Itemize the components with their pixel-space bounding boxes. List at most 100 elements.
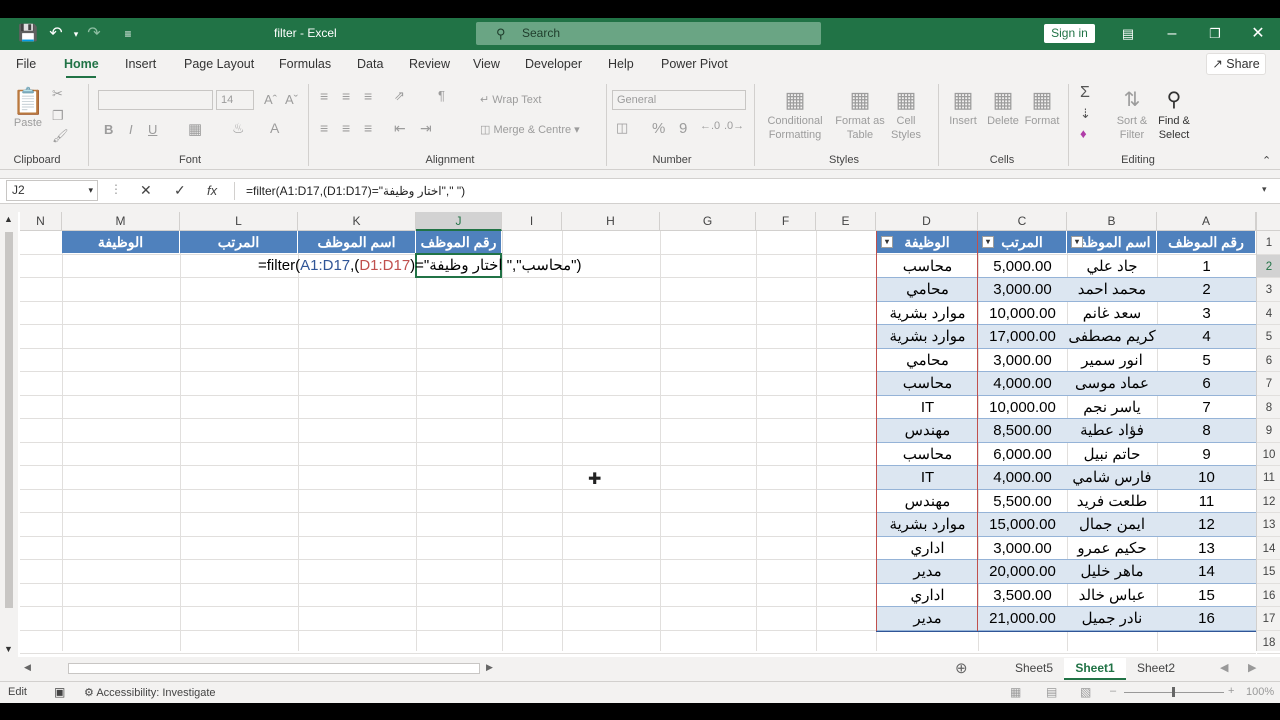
row-header-16[interactable]: 16	[1257, 584, 1280, 607]
name-box[interactable]: J2 ▾	[6, 180, 98, 201]
table-cell-job[interactable]: اداري	[877, 584, 978, 607]
formula-input[interactable]: =filter(A1:D17,(D1:D17)="اختار وظيفة"," …	[246, 184, 465, 198]
table-cell-salary[interactable]: 3,000.00	[978, 349, 1067, 372]
italic-button[interactable]: I	[129, 122, 133, 137]
table-cell-salary[interactable]: 4,000.00	[978, 372, 1067, 396]
table-cell-job[interactable]: محاسب	[877, 255, 978, 278]
tab-help[interactable]: Help	[608, 57, 634, 71]
output-header-salary[interactable]: المرتب	[180, 231, 298, 253]
table-header-id[interactable]: رقم الموظف	[1157, 231, 1256, 253]
conditional-formatting-button[interactable]: ▦ Conditional Formatting	[760, 86, 830, 142]
table-cell-salary[interactable]: 6,000.00	[978, 443, 1067, 466]
tab-home[interactable]: Home	[64, 57, 99, 71]
table-cell-salary[interactable]: 3,000.00	[978, 537, 1067, 560]
table-cell-salary[interactable]: 10,000.00	[978, 302, 1067, 325]
table-cell-id[interactable]: 3	[1157, 302, 1256, 325]
table-cell-salary[interactable]: 8,500.00	[978, 419, 1067, 443]
fill-icon[interactable]: ⇣	[1080, 106, 1091, 122]
table-cell-job[interactable]: موارد بشرية	[877, 325, 978, 349]
enter-icon[interactable]: ✓	[174, 182, 186, 199]
output-header-job[interactable]: الوظيفة	[62, 231, 180, 253]
table-cell-job[interactable]: موارد بشرية	[877, 302, 978, 325]
table-cell-id[interactable]: 8	[1157, 419, 1256, 443]
row-header-5[interactable]: 5	[1257, 325, 1280, 349]
row-header-14[interactable]: 14	[1257, 537, 1280, 560]
tab-insert[interactable]: Insert	[125, 57, 156, 71]
filter-dropdown-icon[interactable]: ▾	[1071, 236, 1083, 248]
tab-data[interactable]: Data	[357, 57, 383, 71]
table-cell-salary[interactable]: 4,000.00	[978, 466, 1067, 490]
table-cell-job[interactable]: محامي	[877, 349, 978, 372]
filter-dropdown-icon[interactable]: ▾	[982, 236, 994, 248]
increase-decimal-icon[interactable]: ←.0	[700, 120, 720, 132]
row-header-12[interactable]: 12	[1257, 490, 1280, 513]
restore-icon[interactable]: ❐	[1205, 24, 1225, 44]
undo-dropdown-icon[interactable]: ▾	[66, 24, 86, 44]
copy-icon[interactable]: ❐	[52, 108, 64, 124]
font-color-icon[interactable]: A	[270, 120, 279, 136]
table-cell-salary[interactable]: 10,000.00	[978, 396, 1067, 419]
table-cell-name[interactable]: محمد احمد	[1067, 278, 1157, 302]
table-cell-salary[interactable]: 17,000.00	[978, 325, 1067, 349]
expand-formula-icon[interactable]: ▾	[1262, 184, 1267, 195]
column-header-h[interactable]: H	[562, 212, 660, 231]
format-as-table-button[interactable]: ▦ Format as Table	[834, 86, 886, 142]
column-header-g[interactable]: G	[660, 212, 756, 231]
table-cell-name[interactable]: جاد علي	[1067, 255, 1157, 278]
minimize-icon[interactable]: –	[1162, 24, 1182, 44]
clear-icon[interactable]: ♦	[1080, 126, 1087, 141]
table-cell-job[interactable]: مهندس	[877, 419, 978, 443]
orientation-icon[interactable]: ⇗	[394, 88, 405, 104]
row-header-13[interactable]: 13	[1257, 513, 1280, 537]
table-cell-job[interactable]: اداري	[877, 537, 978, 560]
find-select-button[interactable]: ⚲ Find & Select	[1150, 86, 1198, 142]
undo-icon[interactable]: ↶	[46, 24, 66, 44]
filter-dropdown-icon[interactable]: ▾	[881, 236, 893, 248]
name-box-dropdown-icon[interactable]: ▾	[88, 181, 93, 200]
table-cell-id[interactable]: 10	[1157, 466, 1256, 490]
row-header-11[interactable]: 11	[1257, 466, 1280, 490]
share-button[interactable]: ↗ Share	[1206, 53, 1266, 75]
column-header-k[interactable]: K	[298, 212, 416, 231]
increase-indent-icon[interactable]: ⇥	[420, 120, 432, 137]
decrease-indent-icon[interactable]: ⇤	[394, 120, 406, 137]
row-header-15[interactable]: 15	[1257, 560, 1280, 584]
tab-developer[interactable]: Developer	[525, 57, 582, 71]
paste-button[interactable]: 📋 Paste	[12, 86, 44, 130]
insert-function-icon[interactable]: fx	[207, 183, 217, 198]
row-header-3[interactable]: 3	[1257, 278, 1280, 302]
sheet-tab-sheet5[interactable]: Sheet5	[1004, 658, 1064, 680]
column-header-j[interactable]: J	[416, 212, 502, 231]
table-cell-job[interactable]: مدير	[877, 560, 978, 584]
table-cell-job[interactable]: محاسب	[877, 372, 978, 396]
table-cell-id[interactable]: 9	[1157, 443, 1256, 466]
table-cell-id[interactable]: 4	[1157, 325, 1256, 349]
sheet-nav-right-icon[interactable]: ▶	[1248, 661, 1256, 674]
tab-file[interactable]: File	[16, 57, 36, 71]
search-box[interactable]: ⚲ Search	[476, 22, 821, 45]
table-cell-salary[interactable]: 3,500.00	[978, 584, 1067, 607]
table-cell-job[interactable]: IT	[877, 396, 978, 419]
table-header-salary[interactable]: ▾ المرتب	[978, 231, 1067, 253]
row-header-9[interactable]: 9	[1257, 419, 1280, 443]
table-cell-name[interactable]: فارس شامي	[1067, 466, 1157, 490]
redo-icon[interactable]: ↷	[84, 24, 104, 44]
table-header-name[interactable]: ▾ اسم الموظف	[1067, 231, 1157, 253]
table-cell-salary[interactable]: 15,000.00	[978, 513, 1067, 537]
accessibility-status[interactable]: ⚙ Accessibility: Investigate	[84, 686, 216, 699]
percent-button[interactable]: %	[652, 120, 665, 137]
output-header-id[interactable]: رقم الموظف	[416, 231, 502, 253]
sort-filter-button[interactable]: ⇅ Sort & Filter	[1112, 86, 1152, 142]
font-name-box[interactable]	[98, 90, 213, 110]
ribbon-display-icon[interactable]: ▤	[1118, 24, 1138, 44]
zoom-in-icon[interactable]: +	[1228, 685, 1234, 697]
sheet-nav-left-icon[interactable]: ◀	[1220, 661, 1228, 674]
align-middle-icon[interactable]: ≡	[342, 88, 350, 104]
table-cell-name[interactable]: سعد غانم	[1067, 302, 1157, 325]
table-cell-id[interactable]: 16	[1157, 607, 1256, 631]
table-cell-job[interactable]: مدير	[877, 607, 978, 631]
table-cell-id[interactable]: 11	[1157, 490, 1256, 513]
fill-color-icon[interactable]: ♨	[232, 120, 245, 137]
column-header-i[interactable]: I	[502, 212, 562, 231]
insert-cells-button[interactable]: ▦ Insert	[944, 86, 982, 128]
